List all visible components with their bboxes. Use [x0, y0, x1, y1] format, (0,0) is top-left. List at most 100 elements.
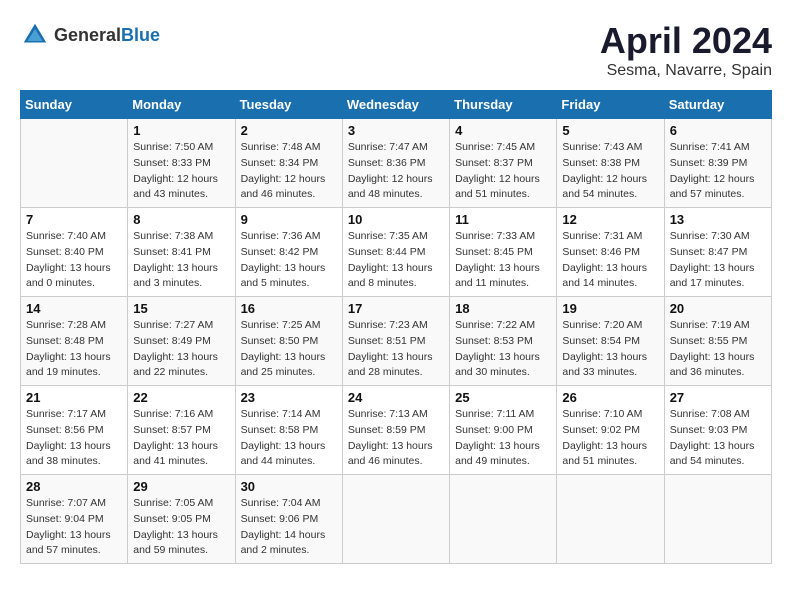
- location-title: Sesma, Navarre, Spain: [600, 62, 772, 80]
- calendar-cell: [664, 475, 771, 564]
- day-number: 27: [670, 390, 766, 405]
- calendar-cell: 26 Sunrise: 7:10 AM Sunset: 9:02 PM Dayli…: [557, 386, 664, 475]
- calendar-cell: 29Sunrise: 7:05 AM Sunset: 9:05 PM Dayli…: [128, 475, 235, 564]
- day-number: 5: [562, 123, 658, 138]
- calendar-cell: 16 Sunrise: 7:25 AM Sunset: 8:50 PM Dayli…: [235, 297, 342, 386]
- day-info: Sunrise: 7:13 AM Sunset: 8:59 PM Dayligh…: [348, 407, 444, 470]
- day-info: Sunrise: 7:36 AM Sunset: 8:42 PM Dayligh…: [241, 229, 337, 292]
- day-number: 28: [26, 479, 122, 494]
- day-number: 23: [241, 390, 337, 405]
- day-number: 20: [670, 301, 766, 316]
- day-number: 15: [133, 301, 229, 316]
- day-header-sunday: Sunday: [21, 91, 128, 119]
- day-number: 2: [241, 123, 337, 138]
- day-info: Sunrise: 7:05 AM Sunset: 9:05 PM Dayligh…: [133, 496, 229, 559]
- day-info: Sunrise: 7:38 AM Sunset: 8:41 PM Dayligh…: [133, 229, 229, 292]
- day-info: Sunrise: 7:11 AM Sunset: 9:00 PM Dayligh…: [455, 407, 551, 470]
- logo-general-text: General: [54, 25, 121, 45]
- calendar-header-row: SundayMondayTuesdayWednesdayThursdayFrid…: [21, 91, 772, 119]
- day-info: Sunrise: 7:45 AM Sunset: 8:37 PM Dayligh…: [455, 140, 551, 203]
- calendar-week-row: 28 Sunrise: 7:07 AM Sunset: 9:04 PM Dayli…: [21, 475, 772, 564]
- day-header-wednesday: Wednesday: [342, 91, 449, 119]
- day-number: 9: [241, 212, 337, 227]
- day-info: Sunrise: 7:08 AM Sunset: 9:03 PM Dayligh…: [670, 407, 766, 470]
- calendar-cell: 20 Sunrise: 7:19 AM Sunset: 8:55 PM Dayli…: [664, 297, 771, 386]
- calendar-cell: 8 Sunrise: 7:38 AM Sunset: 8:41 PM Daylig…: [128, 208, 235, 297]
- calendar-week-row: 14 Sunrise: 7:28 AM Sunset: 8:48 PM Dayli…: [21, 297, 772, 386]
- calendar-cell: 17 Sunrise: 7:23 AM Sunset: 8:51 PM Dayli…: [342, 297, 449, 386]
- calendar-cell: [342, 475, 449, 564]
- day-header-thursday: Thursday: [450, 91, 557, 119]
- day-info: Sunrise: 7:35 AM Sunset: 8:44 PM Dayligh…: [348, 229, 444, 292]
- calendar-cell: 6 Sunrise: 7:41 AM Sunset: 8:39 PM Daylig…: [664, 119, 771, 208]
- calendar-week-row: 7 Sunrise: 7:40 AM Sunset: 8:40 PM Daylig…: [21, 208, 772, 297]
- day-info: Sunrise: 7:25 AM Sunset: 8:50 PM Dayligh…: [241, 318, 337, 381]
- day-info: Sunrise: 7:19 AM Sunset: 8:55 PM Dayligh…: [670, 318, 766, 381]
- calendar-cell: [557, 475, 664, 564]
- day-info: Sunrise: 7:27 AM Sunset: 8:49 PM Dayligh…: [133, 318, 229, 381]
- day-info: Sunrise: 7:40 AM Sunset: 8:40 PM Dayligh…: [26, 229, 122, 292]
- day-number: 1: [133, 123, 229, 138]
- day-info: Sunrise: 7:20 AM Sunset: 8:54 PM Dayligh…: [562, 318, 658, 381]
- day-info: Sunrise: 7:48 AM Sunset: 8:34 PM Dayligh…: [241, 140, 337, 203]
- calendar-cell: 11 Sunrise: 7:33 AM Sunset: 8:45 PM Dayli…: [450, 208, 557, 297]
- day-number: 25: [455, 390, 551, 405]
- calendar-cell: 30 Sunrise: 7:04 AM Sunset: 9:06 PM Dayli…: [235, 475, 342, 564]
- calendar-cell: 4Sunrise: 7:45 AM Sunset: 8:37 PM Daylig…: [450, 119, 557, 208]
- day-number: 21: [26, 390, 122, 405]
- calendar-week-row: 1 Sunrise: 7:50 AM Sunset: 8:33 PM Daylig…: [21, 119, 772, 208]
- calendar-cell: 10 Sunrise: 7:35 AM Sunset: 8:44 PM Dayli…: [342, 208, 449, 297]
- day-header-monday: Monday: [128, 91, 235, 119]
- day-info: Sunrise: 7:04 AM Sunset: 9:06 PM Dayligh…: [241, 496, 337, 559]
- calendar-cell: 24 Sunrise: 7:13 AM Sunset: 8:59 PM Dayli…: [342, 386, 449, 475]
- day-number: 7: [26, 212, 122, 227]
- day-number: 26: [562, 390, 658, 405]
- day-number: 17: [348, 301, 444, 316]
- day-number: 14: [26, 301, 122, 316]
- title-block: April 2024 Sesma, Navarre, Spain: [600, 20, 772, 80]
- calendar-cell: 2 Sunrise: 7:48 AM Sunset: 8:34 PM Daylig…: [235, 119, 342, 208]
- day-info: Sunrise: 7:14 AM Sunset: 8:58 PM Dayligh…: [241, 407, 337, 470]
- day-number: 13: [670, 212, 766, 227]
- day-info: Sunrise: 7:28 AM Sunset: 8:48 PM Dayligh…: [26, 318, 122, 381]
- day-number: 12: [562, 212, 658, 227]
- calendar-cell: 28 Sunrise: 7:07 AM Sunset: 9:04 PM Dayli…: [21, 475, 128, 564]
- day-info: Sunrise: 7:07 AM Sunset: 9:04 PM Dayligh…: [26, 496, 122, 559]
- day-info: Sunrise: 7:10 AM Sunset: 9:02 PM Dayligh…: [562, 407, 658, 470]
- calendar-cell: 1 Sunrise: 7:50 AM Sunset: 8:33 PM Daylig…: [128, 119, 235, 208]
- calendar-week-row: 21Sunrise: 7:17 AM Sunset: 8:56 PM Dayli…: [21, 386, 772, 475]
- day-info: Sunrise: 7:47 AM Sunset: 8:36 PM Dayligh…: [348, 140, 444, 203]
- day-info: Sunrise: 7:33 AM Sunset: 8:45 PM Dayligh…: [455, 229, 551, 292]
- calendar-cell: 13 Sunrise: 7:30 AM Sunset: 8:47 PM Dayli…: [664, 208, 771, 297]
- day-header-tuesday: Tuesday: [235, 91, 342, 119]
- day-number: 18: [455, 301, 551, 316]
- day-number: 24: [348, 390, 444, 405]
- day-info: Sunrise: 7:41 AM Sunset: 8:39 PM Dayligh…: [670, 140, 766, 203]
- day-number: 19: [562, 301, 658, 316]
- calendar-cell: 7 Sunrise: 7:40 AM Sunset: 8:40 PM Daylig…: [21, 208, 128, 297]
- calendar-cell: [450, 475, 557, 564]
- day-number: 16: [241, 301, 337, 316]
- day-header-saturday: Saturday: [664, 91, 771, 119]
- day-number: 22: [133, 390, 229, 405]
- day-number: 11: [455, 212, 551, 227]
- day-number: 10: [348, 212, 444, 227]
- calendar-table: SundayMondayTuesdayWednesdayThursdayFrid…: [20, 90, 772, 564]
- logo-icon: [20, 20, 50, 50]
- calendar-cell: 3Sunrise: 7:47 AM Sunset: 8:36 PM Daylig…: [342, 119, 449, 208]
- calendar-cell: 18 Sunrise: 7:22 AM Sunset: 8:53 PM Dayli…: [450, 297, 557, 386]
- day-info: Sunrise: 7:22 AM Sunset: 8:53 PM Dayligh…: [455, 318, 551, 381]
- day-info: Sunrise: 7:30 AM Sunset: 8:47 PM Dayligh…: [670, 229, 766, 292]
- day-number: 6: [670, 123, 766, 138]
- calendar-cell: 9 Sunrise: 7:36 AM Sunset: 8:42 PM Daylig…: [235, 208, 342, 297]
- calendar-cell: 25 Sunrise: 7:11 AM Sunset: 9:00 PM Dayli…: [450, 386, 557, 475]
- calendar-cell: 5Sunrise: 7:43 AM Sunset: 8:38 PM Daylig…: [557, 119, 664, 208]
- day-number: 30: [241, 479, 337, 494]
- day-info: Sunrise: 7:23 AM Sunset: 8:51 PM Dayligh…: [348, 318, 444, 381]
- calendar-cell: 15 Sunrise: 7:27 AM Sunset: 8:49 PM Dayli…: [128, 297, 235, 386]
- page-header: GeneralBlue April 2024 Sesma, Navarre, S…: [20, 20, 772, 80]
- day-info: Sunrise: 7:50 AM Sunset: 8:33 PM Dayligh…: [133, 140, 229, 203]
- calendar-cell: 22Sunrise: 7:16 AM Sunset: 8:57 PM Dayli…: [128, 386, 235, 475]
- day-number: 8: [133, 212, 229, 227]
- calendar-cell: 23 Sunrise: 7:14 AM Sunset: 8:58 PM Dayli…: [235, 386, 342, 475]
